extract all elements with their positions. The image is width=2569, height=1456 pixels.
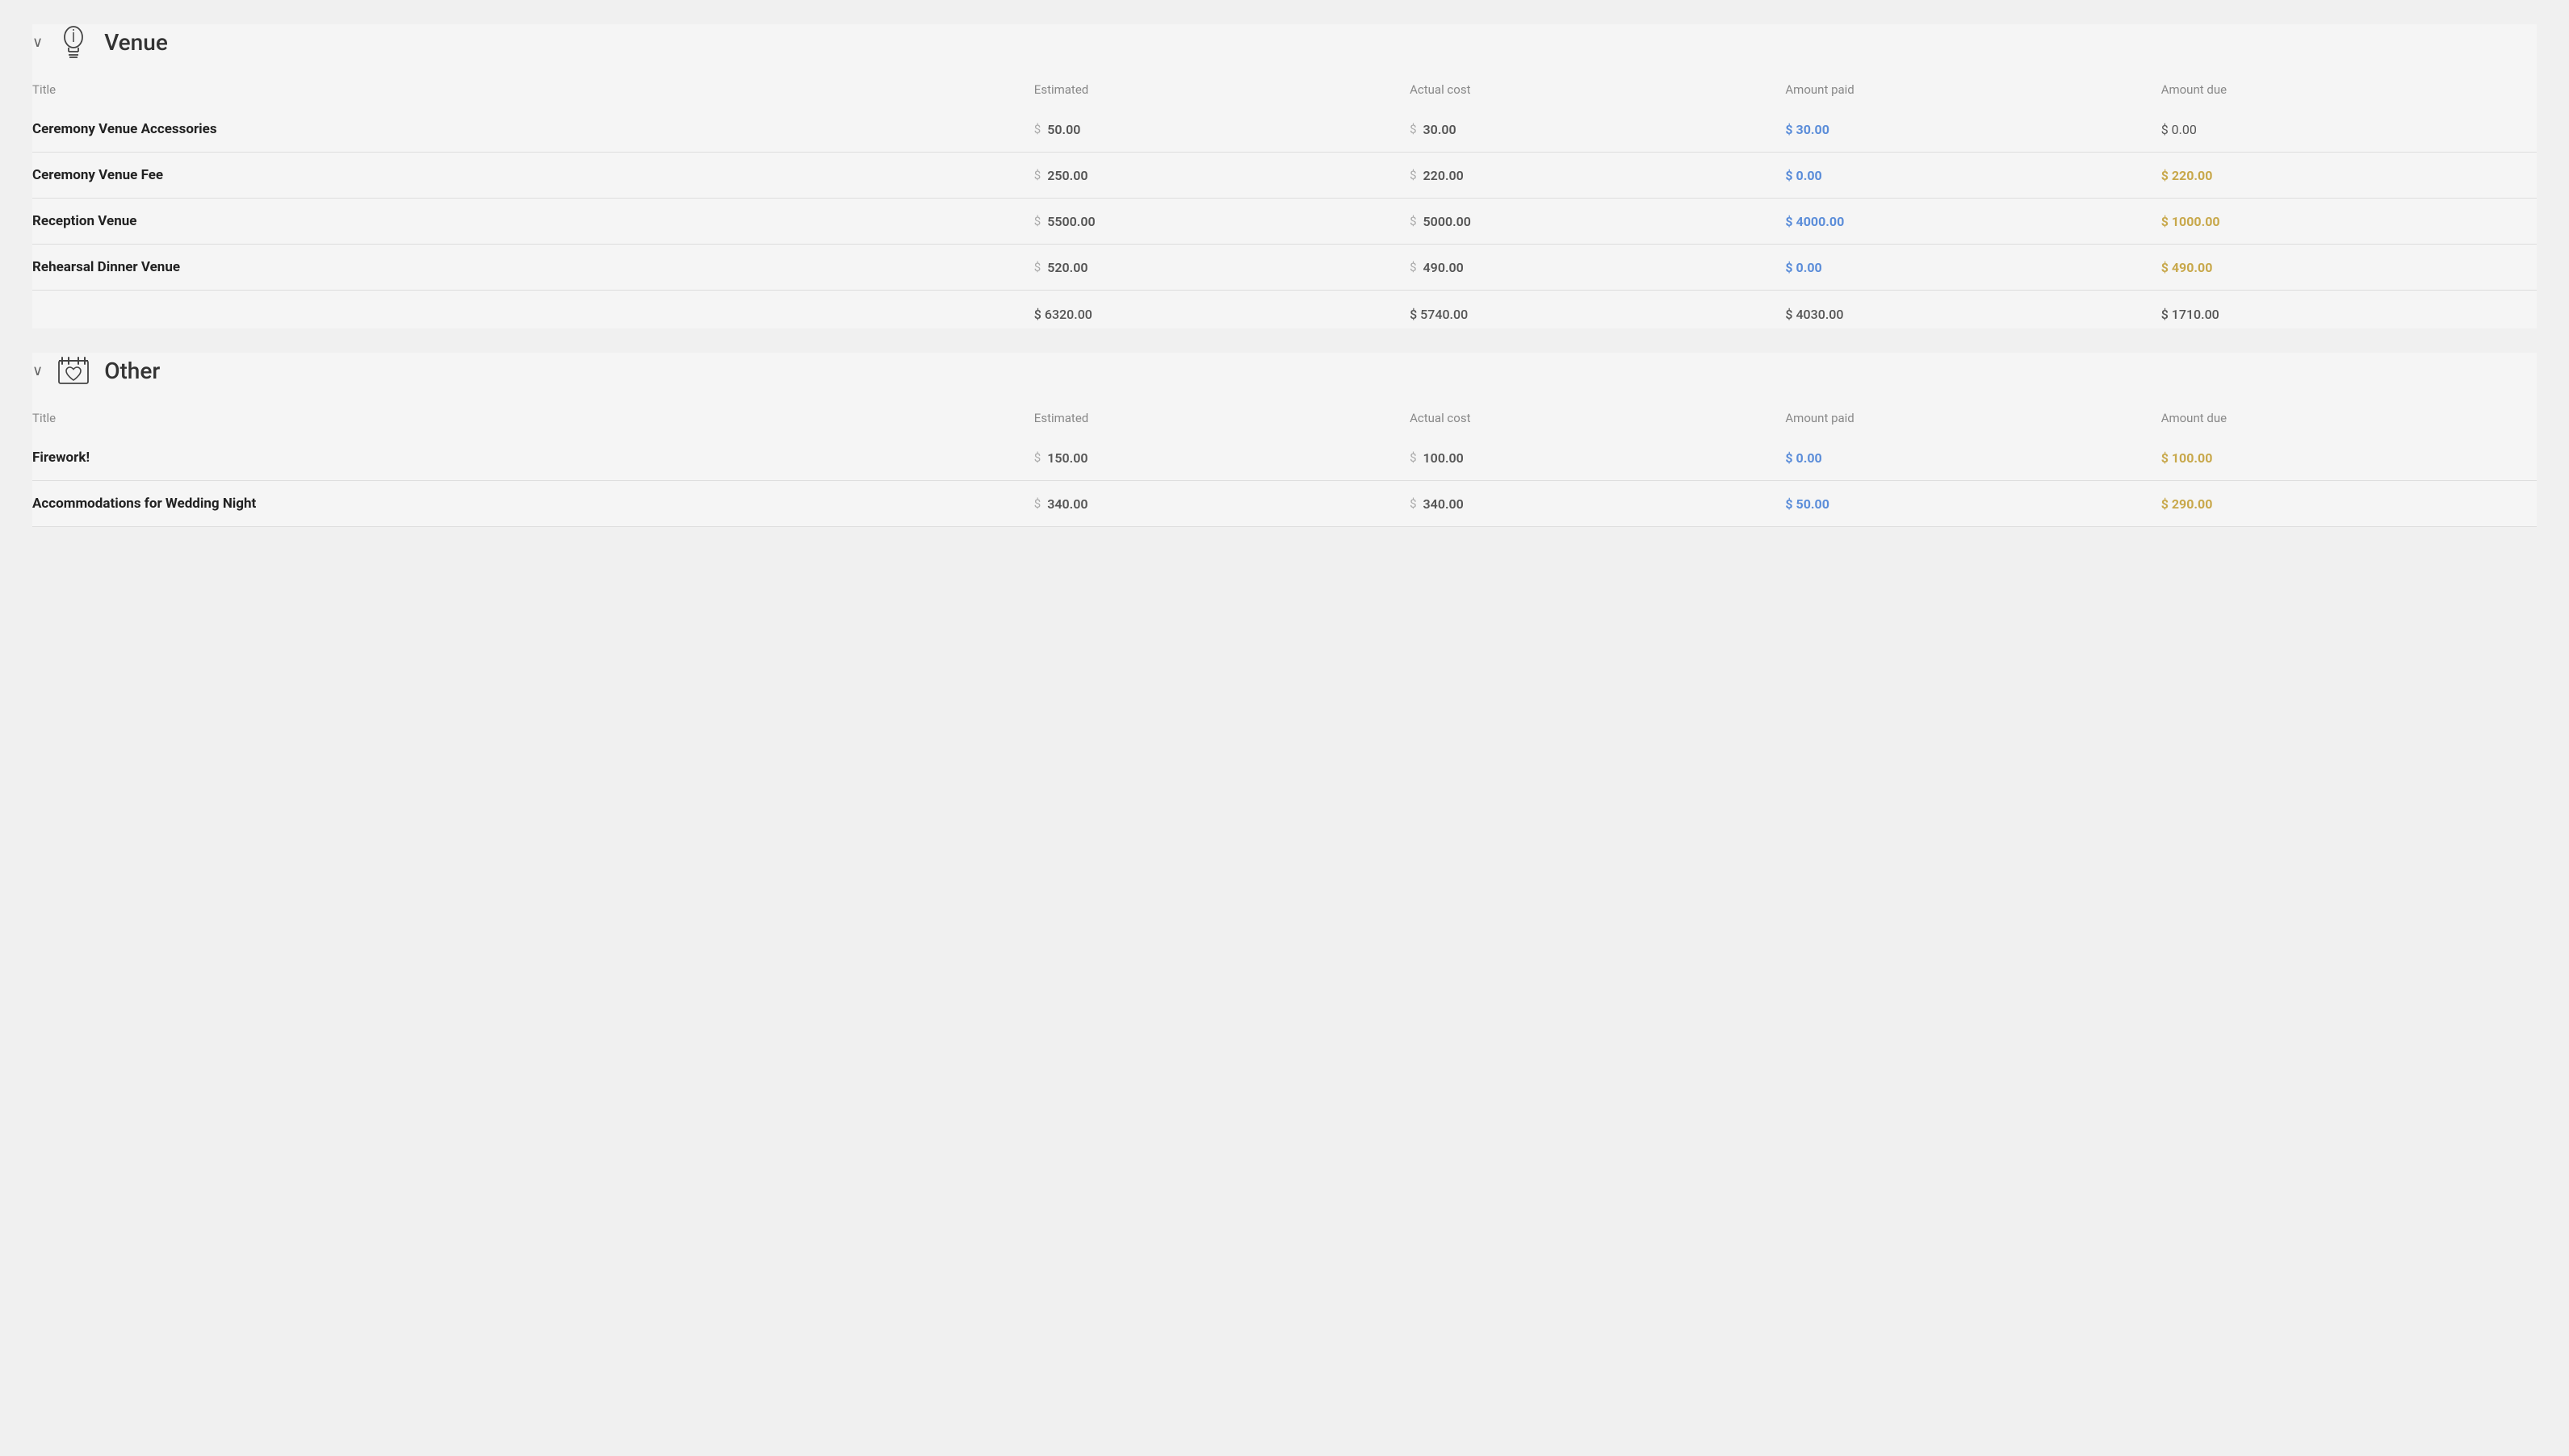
section-other: ∨ Other TitleEstimatedActual costAmount p… bbox=[32, 353, 2537, 527]
due-value: $ 1000.00 bbox=[2161, 214, 2220, 229]
chevron-down-icon[interactable]: ∨ bbox=[32, 362, 43, 379]
due-value: $ 490.00 bbox=[2161, 260, 2213, 275]
item-title: Rehearsal Dinner Venue bbox=[32, 245, 1034, 291]
item-actual: $220.00 bbox=[1410, 153, 1785, 199]
col-header-estimated: Estimated bbox=[1034, 404, 1410, 435]
dollar-icon: $ bbox=[1410, 122, 1416, 136]
paid-value: $ 4000.00 bbox=[1785, 214, 1844, 229]
item-due: $ 290.00 bbox=[2161, 481, 2537, 527]
budget-table-venue: TitleEstimatedActual costAmount paidAmou… bbox=[32, 76, 2537, 328]
total-paid: $ 4030.00 bbox=[1785, 291, 2160, 329]
dollar-icon: $ bbox=[1034, 260, 1041, 274]
dollar-icon: $ bbox=[1410, 214, 1416, 228]
paid-value: $ 0.00 bbox=[1785, 168, 1821, 183]
actual-value: 220.00 bbox=[1423, 168, 1464, 183]
estimated-value: 150.00 bbox=[1047, 450, 1088, 466]
estimated-value: 520.00 bbox=[1047, 260, 1088, 275]
item-due: $ 220.00 bbox=[2161, 153, 2537, 199]
item-paid: $ 4000.00 bbox=[1785, 199, 2160, 245]
dollar-icon: $ bbox=[1034, 122, 1041, 136]
dollar-icon: $ bbox=[1034, 214, 1041, 228]
dollar-icon: $ bbox=[1034, 496, 1041, 511]
item-actual: $340.00 bbox=[1410, 481, 1785, 527]
due-value: $ 220.00 bbox=[2161, 168, 2213, 183]
dollar-icon: $ bbox=[1410, 496, 1416, 511]
col-header-paid: Amount paid bbox=[1785, 404, 2160, 435]
paid-value: $ 50.00 bbox=[1785, 496, 1829, 512]
item-actual: $30.00 bbox=[1410, 107, 1785, 153]
actual-value: 30.00 bbox=[1423, 122, 1456, 137]
estimated-value: 250.00 bbox=[1047, 168, 1088, 183]
table-row: Accommodations for Wedding Night$340.00$… bbox=[32, 481, 2537, 527]
item-due: $ 0.00 bbox=[2161, 107, 2537, 153]
item-estimated: $5500.00 bbox=[1034, 199, 1410, 245]
section-title-venue: Venue bbox=[104, 29, 168, 56]
paid-value: $ 30.00 bbox=[1785, 122, 1829, 137]
item-estimated: $340.00 bbox=[1034, 481, 1410, 527]
dollar-icon: $ bbox=[1034, 450, 1041, 465]
item-paid: $ 50.00 bbox=[1785, 481, 2160, 527]
section-header-other: ∨ Other bbox=[32, 353, 2537, 388]
item-estimated: $250.00 bbox=[1034, 153, 1410, 199]
col-header-due: Amount due bbox=[2161, 76, 2537, 107]
budget-table-other: TitleEstimatedActual costAmount paidAmou… bbox=[32, 404, 2537, 527]
item-due: $ 100.00 bbox=[2161, 435, 2537, 481]
section-header-venue: ∨ Venue bbox=[32, 24, 2537, 60]
item-estimated: $50.00 bbox=[1034, 107, 1410, 153]
dollar-icon: $ bbox=[1410, 168, 1416, 182]
due-value: $ 100.00 bbox=[2161, 450, 2213, 466]
estimated-value: 340.00 bbox=[1047, 496, 1088, 512]
estimated-value: 50.00 bbox=[1047, 122, 1080, 137]
item-due: $ 490.00 bbox=[2161, 245, 2537, 291]
item-actual: $100.00 bbox=[1410, 435, 1785, 481]
col-header-actual: Actual cost bbox=[1410, 76, 1785, 107]
item-due: $ 1000.00 bbox=[2161, 199, 2537, 245]
item-estimated: $520.00 bbox=[1034, 245, 1410, 291]
table-row: Ceremony Venue Fee$250.00$220.00$ 0.00$ … bbox=[32, 153, 2537, 199]
dollar-icon: $ bbox=[1410, 450, 1416, 465]
col-header-due: Amount due bbox=[2161, 404, 2537, 435]
item-paid: $ 0.00 bbox=[1785, 245, 2160, 291]
item-title: Ceremony Venue Fee bbox=[32, 153, 1034, 199]
item-paid: $ 0.00 bbox=[1785, 435, 2160, 481]
col-header-title: Title bbox=[32, 76, 1034, 107]
total-actual: $ 5740.00 bbox=[1410, 291, 1785, 329]
estimated-value: 5500.00 bbox=[1047, 214, 1095, 229]
actual-value: 5000.00 bbox=[1423, 214, 1471, 229]
totals-row: $ 6320.00$ 5740.00$ 4030.00$ 1710.00 bbox=[32, 291, 2537, 329]
item-title: Accommodations for Wedding Night bbox=[32, 481, 1034, 527]
due-value: $ 0.00 bbox=[2161, 122, 2197, 137]
actual-value: 100.00 bbox=[1423, 450, 1464, 466]
item-actual: $490.00 bbox=[1410, 245, 1785, 291]
table-row: Firework!$150.00$100.00$ 0.00$ 100.00 bbox=[32, 435, 2537, 481]
paid-value: $ 0.00 bbox=[1785, 260, 1821, 275]
item-title: Reception Venue bbox=[32, 199, 1034, 245]
table-row: Ceremony Venue Accessories$50.00$30.00$ … bbox=[32, 107, 2537, 153]
dollar-icon: $ bbox=[1410, 260, 1416, 274]
item-actual: $5000.00 bbox=[1410, 199, 1785, 245]
table-row: Rehearsal Dinner Venue$520.00$490.00$ 0.… bbox=[32, 245, 2537, 291]
col-header-title: Title bbox=[32, 404, 1034, 435]
col-header-actual: Actual cost bbox=[1410, 404, 1785, 435]
item-paid: $ 0.00 bbox=[1785, 153, 2160, 199]
due-value: $ 290.00 bbox=[2161, 496, 2213, 512]
actual-value: 490.00 bbox=[1423, 260, 1464, 275]
total-estimated: $ 6320.00 bbox=[1034, 291, 1410, 329]
dollar-icon: $ bbox=[1034, 168, 1041, 182]
heart-box-icon bbox=[56, 353, 91, 388]
col-header-estimated: Estimated bbox=[1034, 76, 1410, 107]
actual-value: 340.00 bbox=[1423, 496, 1464, 512]
item-paid: $ 30.00 bbox=[1785, 107, 2160, 153]
total-due: $ 1710.00 bbox=[2161, 291, 2537, 329]
lightbulb-icon bbox=[56, 24, 91, 60]
item-title: Firework! bbox=[32, 435, 1034, 481]
item-title: Ceremony Venue Accessories bbox=[32, 107, 1034, 153]
section-title-other: Other bbox=[104, 358, 160, 384]
chevron-down-icon[interactable]: ∨ bbox=[32, 34, 43, 51]
section-venue: ∨ Venue TitleEstimatedActual costAmount p… bbox=[32, 24, 2537, 328]
paid-value: $ 0.00 bbox=[1785, 450, 1821, 466]
table-row: Reception Venue$5500.00$5000.00$ 4000.00… bbox=[32, 199, 2537, 245]
col-header-paid: Amount paid bbox=[1785, 76, 2160, 107]
item-estimated: $150.00 bbox=[1034, 435, 1410, 481]
